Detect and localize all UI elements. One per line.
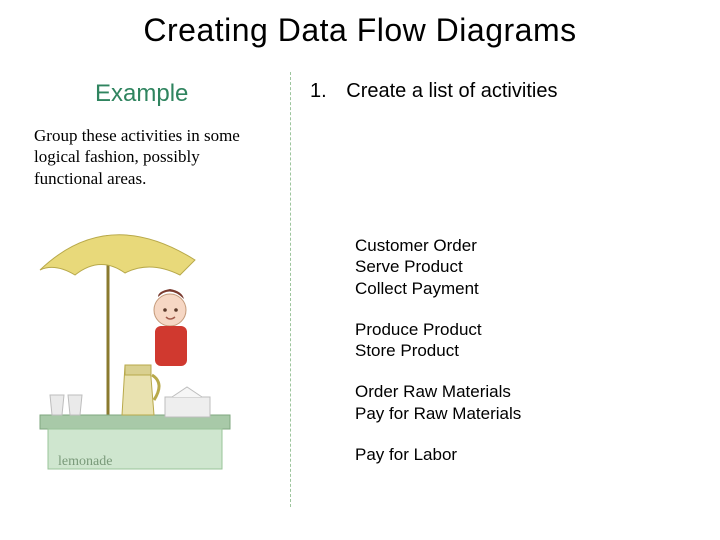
- activity-item: Order Raw Materials: [355, 381, 521, 402]
- lemonade-stand-illustration: lemonade: [30, 215, 240, 485]
- instruction-note: Group these activities in some logical f…: [34, 125, 259, 189]
- activity-item: Produce Product: [355, 319, 521, 340]
- step-text: Create a list of activities: [346, 80, 557, 102]
- page-title: Creating Data Flow Diagrams: [0, 12, 720, 49]
- activity-item: Pay for Raw Materials: [355, 403, 521, 424]
- activity-group: Customer Order Serve Product Collect Pay…: [355, 235, 521, 299]
- activity-item: Pay for Labor: [355, 444, 521, 465]
- example-heading: Example: [95, 80, 188, 108]
- svg-text:lemonade: lemonade: [58, 454, 112, 469]
- divider: [290, 72, 291, 507]
- activity-groups: Customer Order Serve Product Collect Pay…: [355, 235, 521, 485]
- slide: Creating Data Flow Diagrams Example Grou…: [0, 0, 720, 540]
- activity-item: Store Product: [355, 340, 521, 361]
- activity-group: Produce Product Store Product: [355, 319, 521, 362]
- activity-group: Order Raw Materials Pay for Raw Material…: [355, 381, 521, 424]
- activity-item: Customer Order: [355, 235, 521, 256]
- step-item: 1. Create a list of activities: [310, 80, 557, 103]
- activity-item: Collect Payment: [355, 278, 521, 299]
- activity-item: Serve Product: [355, 256, 521, 277]
- activity-group: Pay for Labor: [355, 444, 521, 465]
- step-number: 1.: [310, 80, 327, 102]
